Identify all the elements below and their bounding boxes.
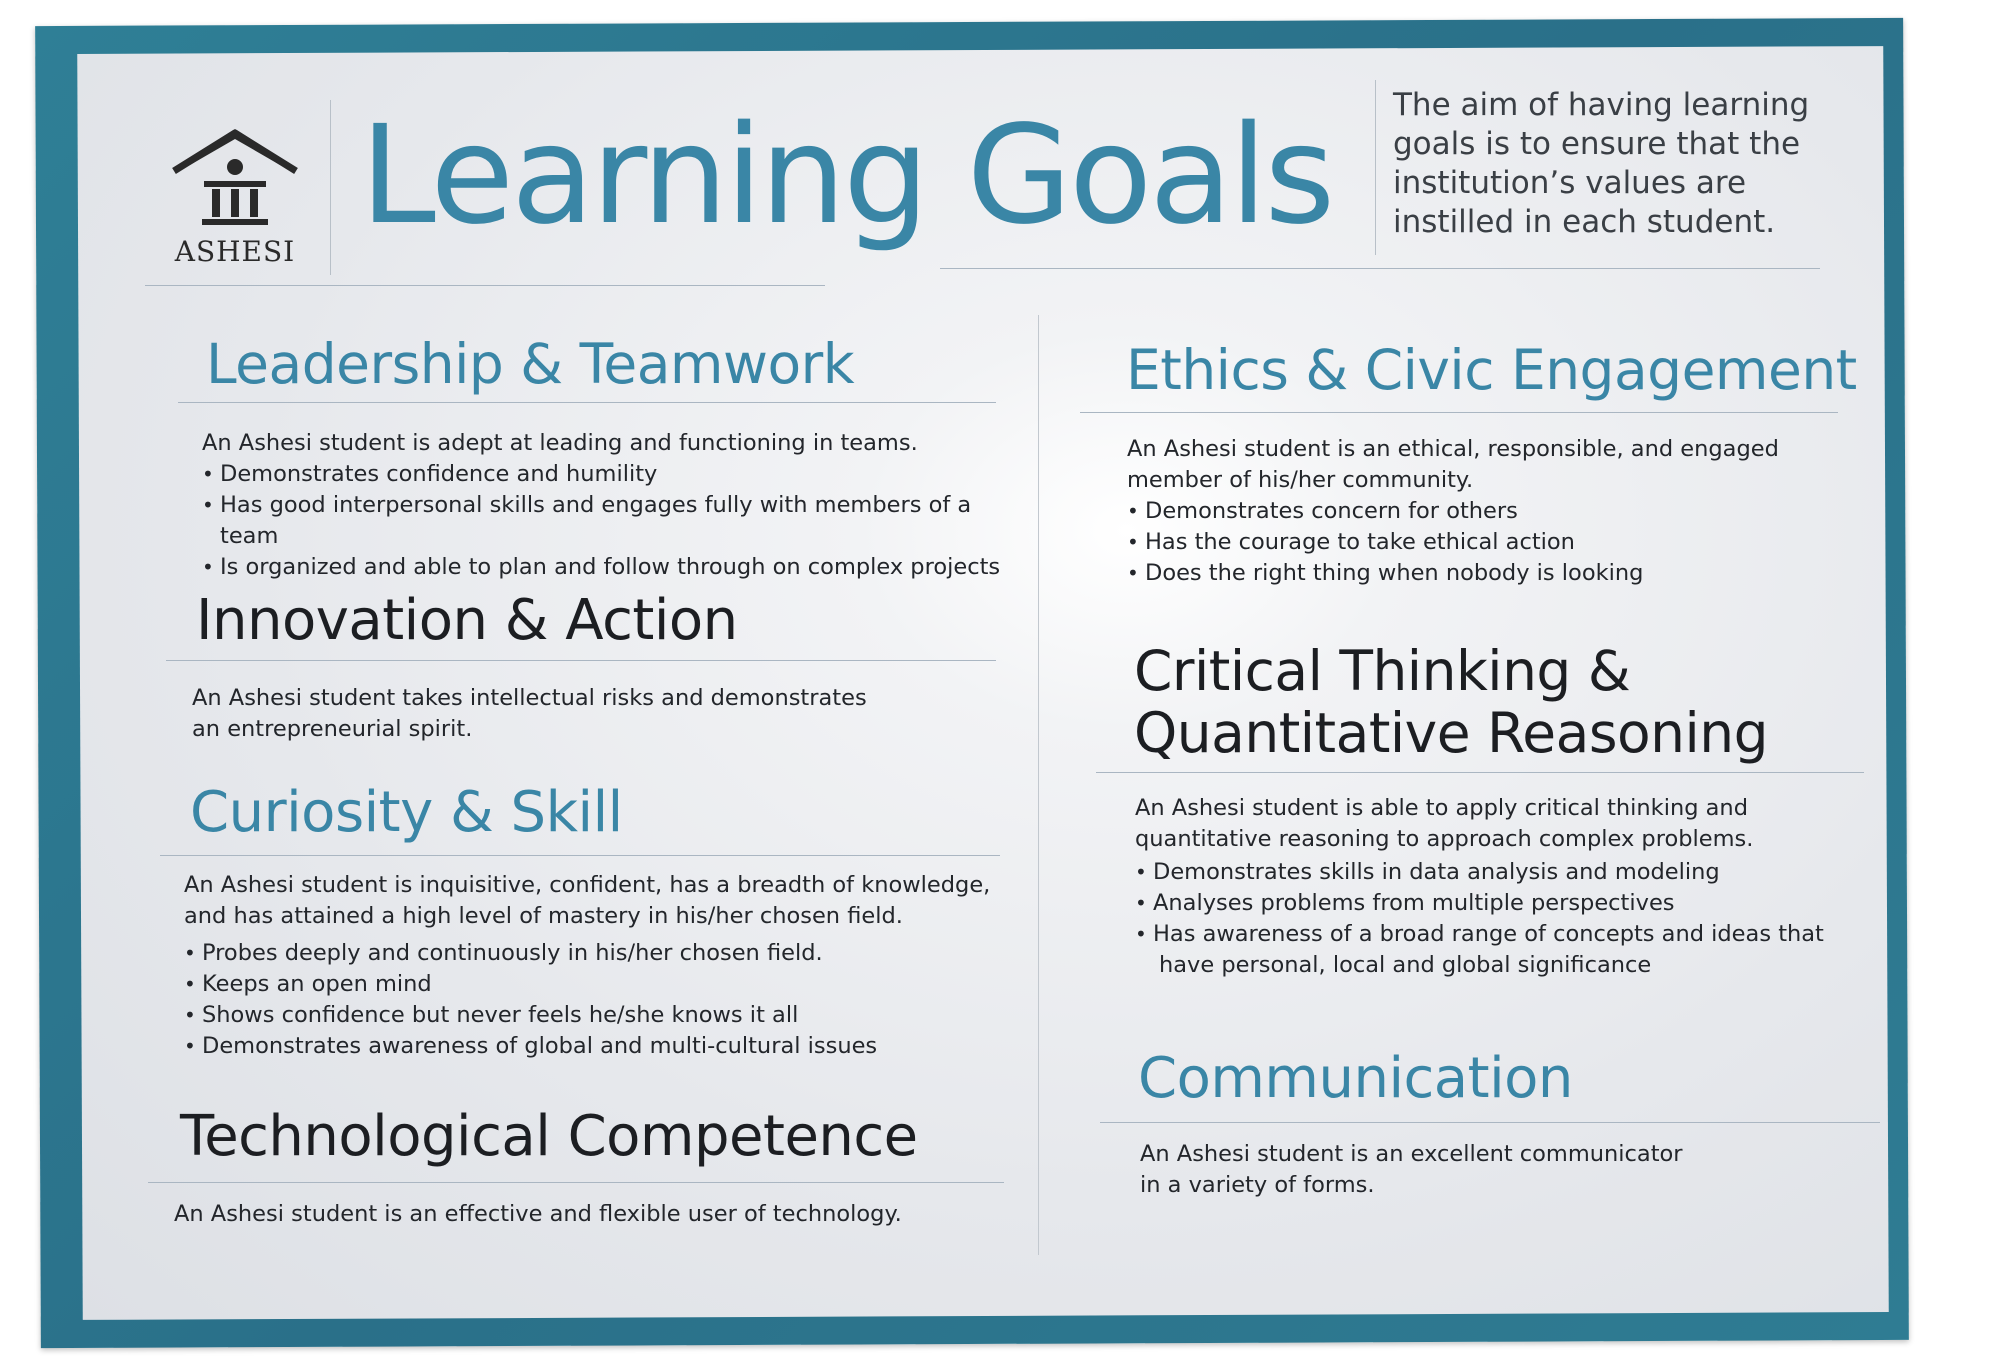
heading-critical-line-2: Quantitative Reasoning [1134,701,1769,765]
heading-leadership: Leadership & Teamwork [206,332,855,396]
divider-logo [330,100,331,275]
heading-technology: Technological Competence [180,1104,918,1169]
list-item: Analyses problems from multiple perspect… [1135,888,1895,919]
heading-ethics: Ethics & Civic Engagement [1126,338,1857,402]
communication-lead-2: in a variety of forms. [1140,1172,1375,1198]
list-item: Shows confidence but never feels he/she … [184,1000,1024,1031]
innovation-body: An Ashesi student takes intellectual ris… [192,683,1012,745]
list-item: Demonstrates confidence and humility [202,459,1022,490]
intro-text: The aim of having learning goals is to e… [1393,87,1810,240]
ethics-lead-1: An Ashesi student is an ethical, respons… [1127,436,1779,462]
rule-curiosity [160,855,1000,856]
curiosity-lead-1: An Ashesi student is inquisitive, confid… [184,872,991,898]
heading-innovation: Innovation & Action [196,588,738,653]
communication-lead-1: An Ashesi student is an excellent commun… [1140,1141,1683,1167]
technology-lead: An Ashesi student is an effective and fl… [174,1201,902,1227]
building-icon [172,129,298,225]
curiosity-body: An Ashesi student is inquisitive, confid… [184,870,1024,1062]
leadership-body: An Ashesi student is adept at leading an… [202,428,1022,583]
ethics-lead-2: member of his/her community. [1127,467,1474,493]
leadership-bullets: Demonstrates confidence and humility Has… [202,459,1022,583]
critical-bullet-continuation: have personal, local and global signific… [1159,952,1652,978]
heading-communication: Communication [1138,1046,1573,1111]
critical-lead-2: quantitative reasoning to approach compl… [1135,826,1754,852]
rule-technology [148,1182,1004,1183]
heading-critical-line-1: Critical Thinking & [1134,639,1631,703]
rule-ethics [1080,412,1838,413]
title-rule-right [940,268,1820,269]
list-item: Does the right thing when nobody is look… [1127,558,1847,589]
list-item: Demonstrates skills in data analysis and… [1135,857,1895,888]
list-item: Has awareness of a broad range of concep… [1135,919,1895,950]
critical-bullets: Demonstrates skills in data analysis and… [1135,857,1895,950]
rule-leadership [178,402,996,403]
rule-critical [1096,772,1864,773]
technology-body: An Ashesi student is an effective and fl… [174,1199,1014,1230]
rule-communication [1100,1122,1880,1123]
heading-critical: Critical Thinking & Quantitative Reasoni… [1134,639,1769,765]
heading-curiosity: Curiosity & Skill [190,780,623,845]
page-title: Learning Goals [360,97,1335,255]
ethics-bullets: Demonstrates concern for others Has the … [1127,496,1847,589]
innovation-lead-1: An Ashesi student takes intellectual ris… [192,685,867,711]
logo-wordmark: ASHESI [174,235,296,268]
list-item: Is organized and able to plan and follow… [202,552,1022,583]
list-item: Demonstrates concern for others [1127,496,1847,527]
curiosity-lead-2: and has attained a high level of mastery… [184,903,903,929]
list-item: Demonstrates awareness of global and mul… [184,1031,1024,1062]
communication-body: An Ashesi student is an excellent commun… [1140,1139,1860,1201]
critical-body: An Ashesi student is able to apply criti… [1135,793,1895,981]
column-divider [1038,315,1039,1255]
ashesi-logo: ASHESI [160,115,310,275]
list-item: Has the courage to take ethical action [1127,527,1847,558]
critical-lead-1: An Ashesi student is able to apply criti… [1135,795,1748,821]
ethics-body: An Ashesi student is an ethical, respons… [1127,434,1847,589]
list-item: Has good interpersonal skills and engage… [202,490,1022,552]
curiosity-bullets: Probes deeply and continuously in his/he… [184,938,1024,1062]
rule-innovation [166,660,996,661]
innovation-lead-2: an entrepreneurial spirit. [192,716,473,742]
list-item: Keeps an open mind [184,969,1024,1000]
title-rule-left [145,285,825,286]
divider-intro [1375,80,1376,255]
leadership-lead: An Ashesi student is adept at leading an… [202,430,918,456]
list-item: Probes deeply and continuously in his/he… [184,938,1024,969]
